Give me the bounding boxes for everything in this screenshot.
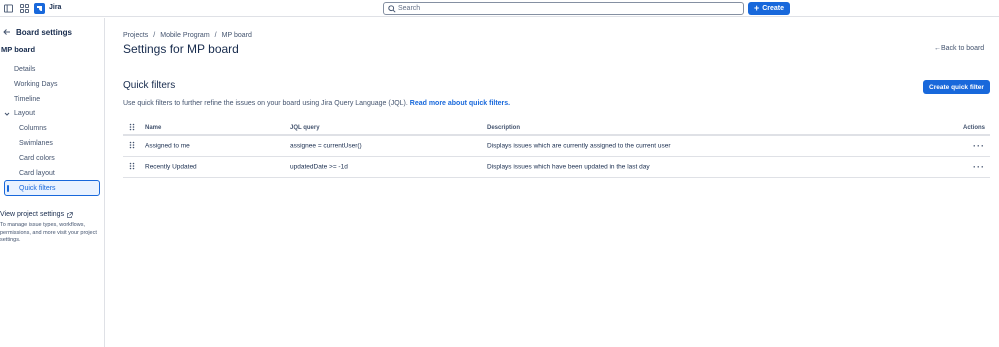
section-title: Quick filters — [123, 80, 176, 91]
page-title: Settings for MP board — [123, 42, 239, 56]
view-project-settings-label: View project settings — [0, 211, 65, 218]
filter-name: Assigned to me — [145, 142, 190, 150]
column-header-name: Name — [145, 125, 162, 131]
breadcrumb-mp-board[interactable]: MP board — [222, 32, 252, 39]
column-header-description: Description — [487, 125, 521, 131]
read-more-link[interactable]: Read more about quick filters. — [410, 100, 510, 107]
more-actions-button[interactable]: ··· — [973, 141, 985, 151]
more-actions-button[interactable]: ··· — [973, 162, 985, 172]
external-link-icon — [67, 211, 73, 218]
create-label: Create — [762, 5, 785, 12]
app-name[interactable]: Jira — [49, 4, 61, 11]
sidebar-item-card-colors[interactable]: Card colors — [19, 155, 55, 162]
plus-icon: + — [753, 3, 760, 13]
quick-filters-table: Name JQL query Description Actions Assig… — [123, 122, 990, 178]
breadcrumb-projects[interactable]: Projects — [123, 32, 148, 39]
create-button[interactable]: + Create — [748, 2, 790, 15]
description-text: Use quick filters to further refine the … — [123, 100, 408, 107]
table-header-row: Name JQL query Description Actions — [123, 122, 990, 136]
view-project-settings-description: To manage issue types, workflows, permis… — [0, 222, 97, 243]
sidebar-item-swimlanes[interactable]: Swimlanes — [19, 140, 53, 147]
filter-description: Displays issues which have been updated … — [487, 163, 650, 171]
create-quick-filter-button[interactable]: Create quick filter — [923, 80, 990, 94]
drag-handle-icon[interactable] — [129, 141, 135, 151]
breadcrumb: Projects / Mobile Program / MP board — [123, 32, 252, 39]
chevron-down-icon — [4, 112, 10, 116]
jira-logo-icon[interactable] — [34, 3, 45, 14]
sidebar-group-layout[interactable]: Layout — [4, 110, 35, 117]
app-switcher-icon[interactable] — [20, 4, 29, 13]
table-row: Assigned to me assignee = currentUser() … — [123, 136, 990, 157]
column-header-jql: JQL query — [290, 125, 320, 131]
sidebar-item-quick-filters-label: Quick filters — [19, 185, 56, 192]
sidebar-item-working-days[interactable]: Working Days — [14, 81, 57, 88]
sidebar-item-card-layout[interactable]: Card layout — [19, 170, 55, 177]
search-input[interactable]: Search — [383, 2, 744, 15]
back-arrow-icon: ← — [934, 45, 941, 52]
filter-jql: updatedDate >= -1d — [290, 163, 348, 171]
sidebar-header: Board settings — [3, 27, 72, 37]
board-settings-sidebar: Board settings MP board Details Working … — [0, 18, 105, 347]
sidebar-toggle-icon[interactable] — [4, 4, 13, 13]
search-placeholder: Search — [398, 5, 421, 12]
column-header-actions: Actions — [962, 125, 985, 131]
drag-handle-icon[interactable] — [129, 162, 135, 172]
sidebar-group-layout-label: Layout — [14, 110, 36, 117]
sidebar-item-timeline[interactable]: Timeline — [14, 96, 40, 103]
board-name: MP board — [1, 45, 36, 54]
filter-description: Displays issues which are currently assi… — [487, 142, 671, 150]
section-description: Use quick filters to further refine the … — [123, 100, 510, 107]
breadcrumb-separator: / — [153, 32, 156, 39]
breadcrumb-mobile-program[interactable]: Mobile Program — [160, 32, 209, 39]
sidebar-item-columns[interactable]: Columns — [19, 125, 47, 132]
sidebar-item-details[interactable]: Details — [14, 66, 35, 73]
back-to-board-link[interactable]: ←Back to board — [934, 45, 984, 52]
filter-jql: assignee = currentUser() — [290, 142, 362, 150]
search-icon — [388, 5, 396, 13]
back-to-board-label: Back to board — [941, 45, 985, 52]
top-navigation-bar: Jira Search + Create — [0, 0, 999, 17]
table-row: Recently Updated updatedDate >= -1d Disp… — [123, 157, 990, 178]
back-arrow-icon[interactable] — [3, 28, 11, 36]
view-project-settings-link[interactable]: View project settings — [0, 211, 73, 218]
sidebar-title: Board settings — [16, 27, 73, 37]
drag-handle-icon — [129, 123, 135, 133]
breadcrumb-separator: / — [214, 32, 217, 39]
sidebar-item-quick-filters[interactable]: Quick filters — [4, 180, 100, 196]
filter-name: Recently Updated — [145, 163, 197, 171]
selected-indicator — [7, 185, 9, 192]
